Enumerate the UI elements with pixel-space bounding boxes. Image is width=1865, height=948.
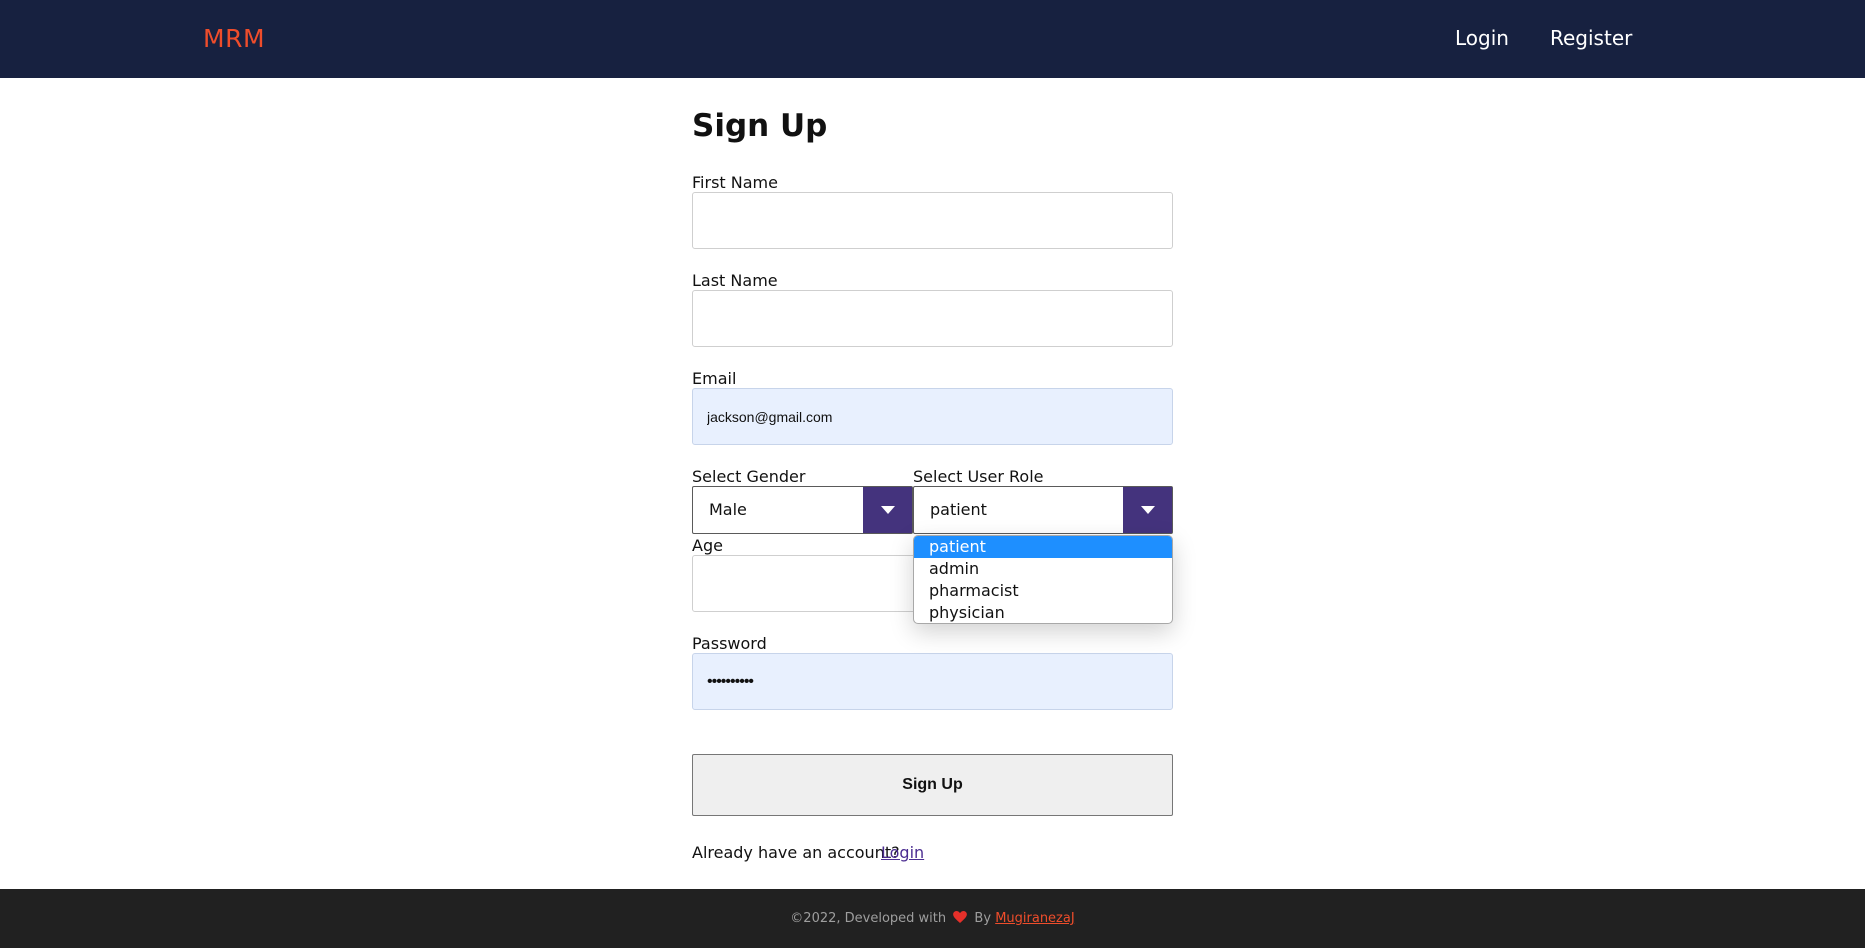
last-name-label: Last Name xyxy=(692,271,778,290)
user-role-dropdown: patient admin pharmacist physician xyxy=(913,535,1173,624)
heart-icon xyxy=(953,911,968,923)
brand-logo[interactable]: MRM xyxy=(203,24,265,53)
user-role-label: Select User Role xyxy=(913,467,1044,486)
sign-up-button[interactable]: Sign Up xyxy=(692,754,1173,816)
footer-author-link[interactable]: MugiranezaJ xyxy=(995,911,1075,926)
role-option-patient[interactable]: patient xyxy=(914,536,1172,558)
page-title: Sign Up xyxy=(692,108,828,144)
account-prompt: Already have an account? xyxy=(692,843,900,862)
gender-select-value: Male xyxy=(709,500,747,519)
gender-label: Select Gender xyxy=(692,467,806,486)
footer-by: By xyxy=(974,911,992,926)
user-role-select-arrow[interactable] xyxy=(1123,487,1172,533)
user-role-select-value: patient xyxy=(930,500,987,519)
nav-login-link[interactable]: Login xyxy=(1455,26,1509,50)
first-name-label: First Name xyxy=(692,173,778,192)
role-option-physician[interactable]: physician xyxy=(914,602,1172,623)
footer-credits: ©2022, Developed with By MugiranezaJ xyxy=(0,911,1865,926)
email-field[interactable] xyxy=(692,388,1173,445)
footer-copyright: ©2022, Developed with xyxy=(790,911,947,926)
email-label: Email xyxy=(692,369,737,388)
chevron-down-icon xyxy=(1141,506,1155,514)
age-label: Age xyxy=(692,536,723,555)
first-name-field[interactable] xyxy=(692,192,1173,249)
role-option-admin[interactable]: admin xyxy=(914,558,1172,580)
user-role-select[interactable]: patient xyxy=(913,486,1173,534)
role-option-pharmacist[interactable]: pharmacist xyxy=(914,580,1172,602)
password-label: Password xyxy=(692,634,767,653)
nav-register-link[interactable]: Register xyxy=(1550,26,1632,50)
footer: ©2022, Developed with By MugiranezaJ xyxy=(0,889,1865,948)
gender-select[interactable]: Male xyxy=(692,486,913,534)
chevron-down-icon xyxy=(881,506,895,514)
last-name-field[interactable] xyxy=(692,290,1173,347)
password-field[interactable] xyxy=(692,653,1173,710)
login-link[interactable]: Login xyxy=(881,843,924,862)
top-navbar: MRM Login Register xyxy=(0,0,1865,78)
gender-select-arrow[interactable] xyxy=(863,487,912,533)
